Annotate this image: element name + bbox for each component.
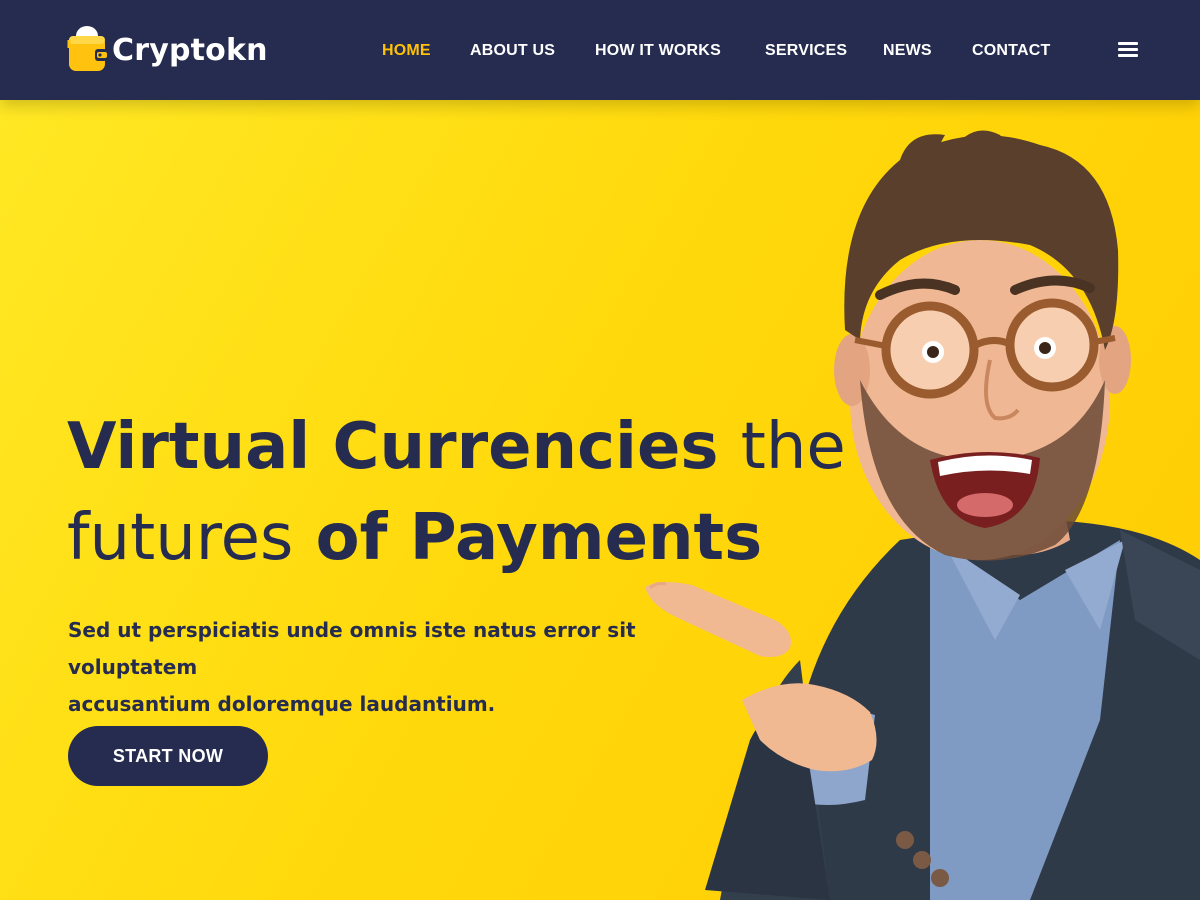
hero-headline: Virtual Currencies the futures of Paymen… xyxy=(67,402,847,584)
hamburger-menu-icon[interactable] xyxy=(1115,39,1141,61)
headline-part-2: the xyxy=(740,410,846,484)
nav-how-it-works[interactable]: HOW IT WORKS xyxy=(595,40,721,62)
top-navbar: Cryptokn HOME ABOUT US HOW IT WORKS SERV… xyxy=(0,0,1200,100)
hero-section: Virtual Currencies the futures of Paymen… xyxy=(0,100,1200,900)
headline-part-3: futures xyxy=(67,501,294,575)
start-now-button[interactable]: START NOW xyxy=(68,726,268,786)
hero-description: Sed ut perspiciatis unde omnis iste natu… xyxy=(68,612,768,723)
hero-description-line-1: Sed ut perspiciatis unde omnis iste natu… xyxy=(68,618,636,679)
nav-about-us[interactable]: ABOUT US xyxy=(470,40,555,62)
headline-part-4: of Payments xyxy=(315,501,763,575)
nav-contact[interactable]: CONTACT xyxy=(972,40,1050,62)
main-nav: HOME ABOUT US HOW IT WORKS SERVICES NEWS… xyxy=(0,0,1200,100)
nav-home[interactable]: HOME xyxy=(382,40,431,62)
nav-services[interactable]: SERVICES xyxy=(765,40,847,62)
nav-news[interactable]: NEWS xyxy=(883,40,932,62)
hero-description-line-2: accusantium doloremque laudantium. xyxy=(68,692,496,716)
headline-part-1: Virtual Currencies xyxy=(67,410,719,484)
